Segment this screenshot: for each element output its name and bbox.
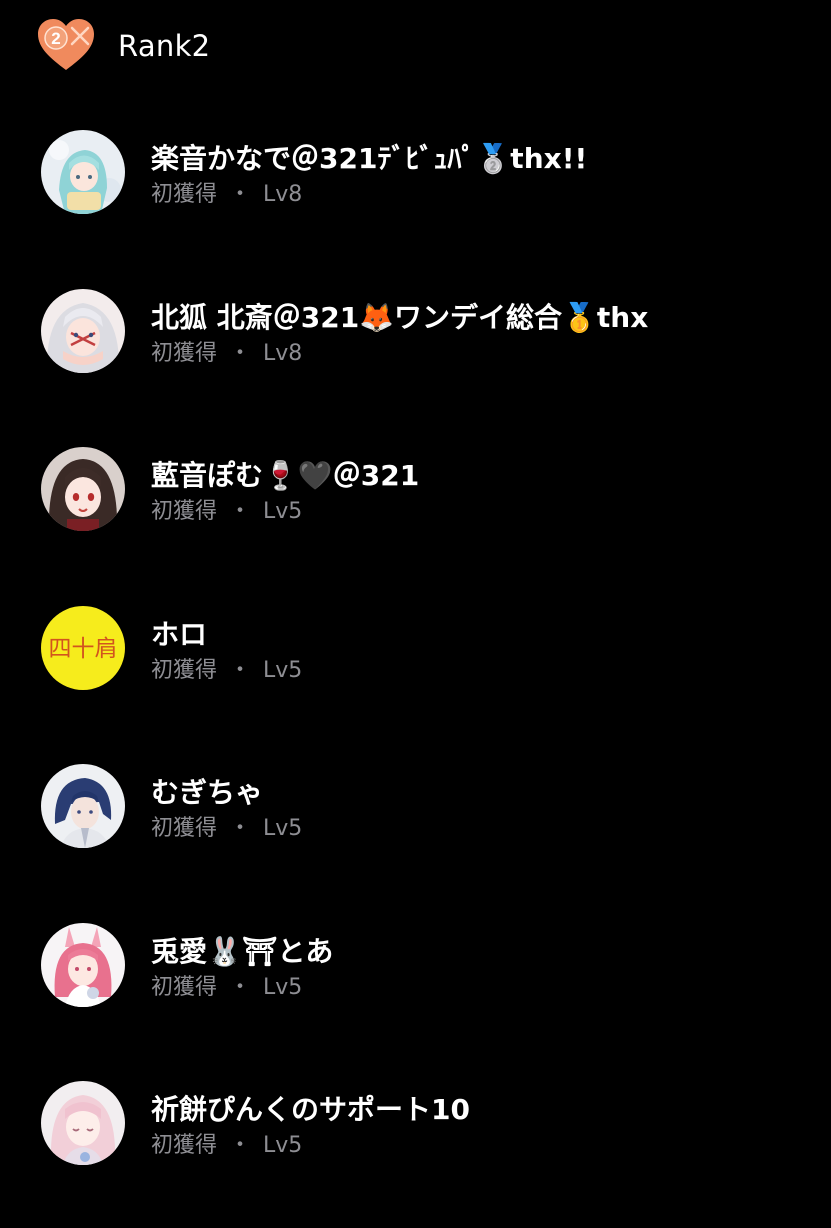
separator-dot: ・ <box>229 1133 252 1158</box>
user-name: 北狐 北斎＠321🦊ワンデイ総合🥇thx <box>151 300 649 334</box>
level-label: Lv5 <box>263 974 303 1000</box>
user-list: 楽音かなで＠321ﾃﾞﾋﾞｭﾊﾟ🥈thx!! 初獲得・ Lv8 北狐 北斎＠321… <box>0 118 831 1228</box>
status-label: 初獲得 <box>151 974 218 1000</box>
status-label: 初獲得 <box>151 499 218 524</box>
list-item[interactable]: むぎちゃ 初獲得・ Lv5 <box>0 752 831 911</box>
page-title: Rank2 <box>118 29 211 63</box>
user-name: 藍音ぽむ🍷🖤＠321 <box>151 459 420 492</box>
level-label: Lv8 <box>263 340 303 366</box>
avatar[interactable] <box>41 1081 125 1165</box>
avatar[interactable] <box>41 764 125 848</box>
user-name: 楽音かなで＠321ﾃﾞﾋﾞｭﾊﾟ🥈thx!! <box>151 142 588 175</box>
list-item[interactable]: 北狐 北斎＠321🦊ワンデイ総合🥇thx 初獲得・ Lv8 <box>0 277 831 436</box>
user-meta: 初獲得・ Lv5 <box>151 973 302 1003</box>
separator-dot: ・ <box>229 340 252 366</box>
level-label: Lv8 <box>263 182 303 207</box>
avatar[interactable] <box>41 922 125 1007</box>
level-label: Lv5 <box>263 499 303 524</box>
heart-rank-icon: 2 <box>36 18 96 74</box>
user-meta: 初獲得・ Lv5 <box>151 814 302 844</box>
user-meta: 初獲得・ Lv5 <box>151 497 302 527</box>
user-meta: 初獲得・ Lv5 <box>151 1131 302 1161</box>
avatar[interactable] <box>41 130 125 214</box>
status-label: 初獲得 <box>151 340 218 366</box>
user-meta: 初獲得・ Lv8 <box>151 180 302 210</box>
status-label: 初獲得 <box>151 182 218 207</box>
status-label: 初獲得 <box>151 816 218 841</box>
rank-header: 2 Rank2 <box>36 16 210 76</box>
list-item[interactable]: 楽音かなで＠321ﾃﾞﾋﾞｭﾊﾟ🥈thx!! 初獲得・ Lv8 <box>0 118 831 277</box>
user-name: 祈餅ぴんくのサポート10 <box>151 1093 470 1126</box>
list-item[interactable]: 兎愛🐰⛩とあ 初獲得・ Lv5 <box>0 911 831 1070</box>
separator-dot: ・ <box>229 974 252 1000</box>
list-item[interactable]: 藍音ぽむ🍷🖤＠321 初獲得・ Lv5 <box>0 435 831 594</box>
separator-dot: ・ <box>229 182 252 207</box>
rank-badge-number: 2 <box>51 29 60 48</box>
user-name: ホロ <box>151 617 208 651</box>
avatar-text: 四十肩 <box>49 636 118 662</box>
status-label: 初獲得 <box>151 657 218 683</box>
status-label: 初獲得 <box>151 1133 218 1158</box>
user-name: 兎愛🐰⛩とあ <box>151 934 334 968</box>
separator-dot: ・ <box>229 499 252 524</box>
separator-dot: ・ <box>229 816 252 841</box>
avatar[interactable]: 四十肩 <box>41 605 125 690</box>
avatar[interactable] <box>41 447 125 531</box>
user-meta: 初獲得・ Lv5 <box>151 656 302 686</box>
list-item[interactable]: 四十肩 ホロ 初獲得・ Lv5 <box>0 594 831 753</box>
separator-dot: ・ <box>229 657 252 683</box>
level-label: Lv5 <box>263 816 303 841</box>
avatar[interactable] <box>41 288 125 373</box>
level-label: Lv5 <box>263 1133 303 1158</box>
level-label: Lv5 <box>263 657 303 683</box>
user-name: むぎちゃ <box>151 776 264 809</box>
user-meta: 初獲得・ Lv8 <box>151 339 302 369</box>
list-item[interactable]: 祈餅ぴんくのサポート10 初獲得・ Lv5 <box>0 1069 831 1228</box>
